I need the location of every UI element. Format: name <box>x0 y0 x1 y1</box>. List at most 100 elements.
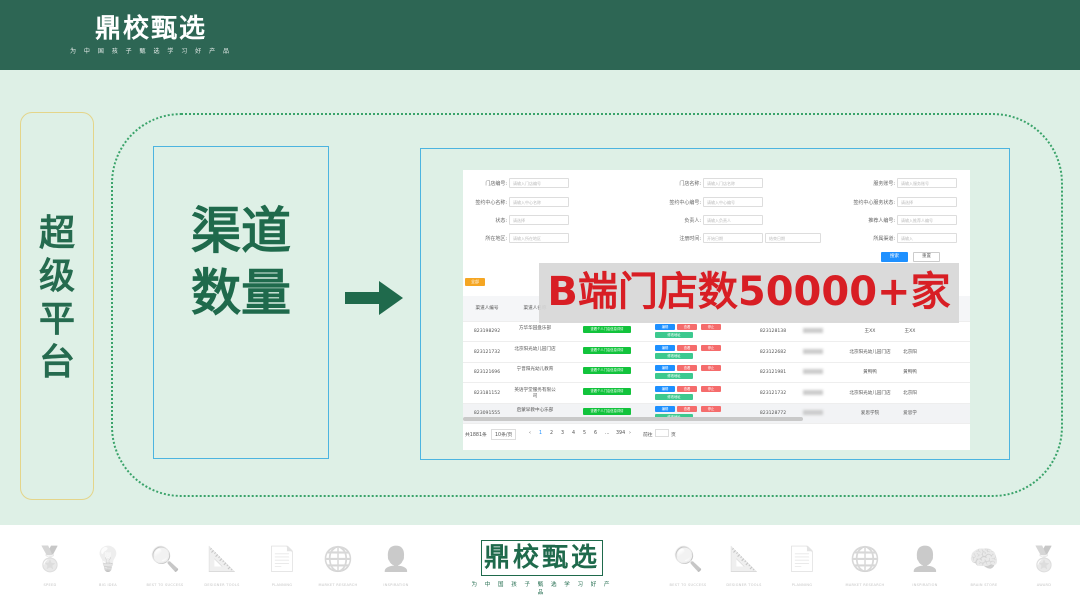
cell-person: 北京阳光幼儿园门店 <box>849 390 891 396</box>
cell-person2: 爱思学 <box>903 411 917 416</box>
form-label: 注册时间: <box>679 236 701 242</box>
pager-page[interactable]: 394 <box>616 431 625 436</box>
detail-button[interactable]: 查看个人门店信息详情 <box>583 387 631 395</box>
table-row: 823198292 方华华园盘乐部 查看个人门店信息详情 编辑 查看 停止 修改地址 8231… <box>463 322 970 342</box>
cell-id: 823198292 <box>473 329 501 334</box>
form-input[interactable]: 请选择 <box>897 197 957 207</box>
form-label: 所在地区: <box>485 236 507 242</box>
lightbulb-icon: 💡 <box>93 545 123 573</box>
form-label: 负责人: <box>684 218 701 224</box>
stop-button[interactable]: 停止 <box>701 344 721 351</box>
pager-page[interactable]: 6 <box>594 431 597 436</box>
pager-page[interactable]: 4 <box>572 431 575 436</box>
ruler-icon: 📐 <box>729 545 759 573</box>
footer-caption: BRAIN STORE <box>970 583 998 587</box>
view-button[interactable]: 查看 <box>677 385 697 392</box>
brain-icon: 🧠 <box>969 545 999 573</box>
date-end-input[interactable]: 结束日期 <box>765 233 821 243</box>
view-button[interactable]: 查看 <box>677 324 697 330</box>
stop-button[interactable]: 停止 <box>701 324 721 330</box>
blurred-phone <box>803 369 823 374</box>
footer-caption: PLANNING <box>271 583 293 587</box>
pager-next[interactable]: › <box>629 431 631 436</box>
edit-button[interactable]: 编辑 <box>655 385 675 392</box>
footer-caption: AWARD <box>1036 583 1052 587</box>
detail-button[interactable]: 查看个人门店信息详情 <box>583 408 631 415</box>
form-input[interactable]: 请输入门店名称 <box>703 178 763 188</box>
search-label: 搜索 <box>890 254 899 259</box>
cell-name: 北京阳光幼儿园门店 <box>514 346 556 352</box>
cell-name: 宁晋阳光幼儿教育 <box>516 367 554 372</box>
form-input[interactable]: 请输入中心名称 <box>509 197 569 207</box>
magnifier-icon: 🔍 <box>150 545 180 573</box>
view-button[interactable]: 查看 <box>677 344 697 351</box>
form-input[interactable]: 请输入所在地区 <box>509 233 569 243</box>
pager-page[interactable]: 3 <box>561 431 564 436</box>
cell-id: 823121696 <box>473 370 501 375</box>
detail-button[interactable]: 查看个人门店信息详情 <box>583 367 631 374</box>
form-input[interactable]: 请输入负责人 <box>703 215 763 225</box>
pager-goto-input[interactable] <box>655 429 669 437</box>
detail-button[interactable]: 查看个人门店信息详情 <box>583 326 631 333</box>
left-label: 超级平台 <box>20 212 94 384</box>
ruler-icon: 📐 <box>207 545 237 573</box>
view-button[interactable]: 查看 <box>677 406 697 412</box>
pager-page[interactable]: 2 <box>550 431 553 436</box>
globe-icon: 🌐 <box>323 545 353 573</box>
left-label-char: 超 <box>38 213 75 254</box>
pager-page[interactable]: 5 <box>583 431 586 436</box>
more-button[interactable]: 修改地址 <box>655 332 693 338</box>
reset-button[interactable]: 重置 <box>913 252 940 262</box>
head-icon: 👤 <box>910 545 940 573</box>
form-input[interactable]: 请输入门店编号 <box>509 178 569 188</box>
medal-icon: 🏅 <box>35 545 65 573</box>
detail-button[interactable]: 查看个人门店信息详情 <box>583 346 631 354</box>
table-row: 823091555启蒙早教中心乐部查看个人门店信息详情编辑查看停止修改地址823… <box>463 404 970 424</box>
reset-label: 重置 <box>922 254 931 259</box>
pager-page[interactable]: 1 <box>539 431 542 436</box>
footer-brand-tagline: 为 中 国 孩 子 甄 选 学 习 好 产 品 <box>471 582 613 596</box>
head-icon: 👤 <box>381 545 411 573</box>
more-button[interactable]: 修改地址 <box>655 373 693 379</box>
pager-size[interactable]: 10条/页 <box>491 429 517 440</box>
view-button[interactable]: 查看 <box>677 365 697 371</box>
cell-person: 黄鸭鸭 <box>863 370 877 375</box>
stop-button[interactable]: 停止 <box>701 385 721 392</box>
edit-button[interactable]: 编辑 <box>655 365 675 371</box>
pager-total: 共1881条 <box>465 433 487 438</box>
footer-caption: BEST TO SUCCESS <box>146 583 184 587</box>
form-input[interactable]: 开始日期 <box>703 233 763 243</box>
form-input[interactable]: 请输入中心编号 <box>703 197 763 207</box>
form-input[interactable]: 请输入 <box>897 233 957 243</box>
tab-all[interactable]: 全部 <box>465 278 485 286</box>
stop-button[interactable]: 停止 <box>701 406 721 412</box>
cell-person: 爱思学院 <box>860 411 880 416</box>
left-label-char: 平 <box>38 299 75 340</box>
footer-caption: SPEED <box>43 583 57 587</box>
form-input[interactable]: 请输入服务账号 <box>897 178 957 188</box>
document-icon: 📄 <box>787 545 817 573</box>
edit-button[interactable]: 编辑 <box>655 344 675 351</box>
cell-name: 英语学堂服务有限公司 <box>514 387 556 399</box>
blurred-phone <box>803 348 823 354</box>
stop-button[interactable]: 停止 <box>701 365 721 371</box>
header-cell: 渠道人编号 <box>475 306 499 311</box>
h-scrollbar[interactable] <box>463 417 803 421</box>
footer-caption: MARKET RESEARCH <box>845 583 885 587</box>
form-input[interactable]: 请输入推荐人编号 <box>897 215 957 225</box>
search-button[interactable]: 搜索 <box>881 252 908 262</box>
pager-page[interactable]: ... <box>605 431 610 436</box>
form-input[interactable]: 请选择 <box>509 215 569 225</box>
left-label-char: 级 <box>38 256 75 297</box>
cell-code: 823121732 <box>759 390 787 396</box>
pager-prev[interactable]: ‹ <box>529 431 531 436</box>
brand-logo: 鼎校甄选 为 中 国 孩 子 甄 选 学 习 好 产 品 <box>70 14 232 55</box>
top-header: 鼎校甄选 为 中 国 孩 子 甄 选 学 习 好 产 品 <box>0 0 1080 70</box>
footer-caption: BIG IDEA <box>99 583 117 587</box>
cell-person: 王XX <box>864 329 876 334</box>
cell-person2: 王XX <box>904 329 916 334</box>
edit-button[interactable]: 编辑 <box>655 406 675 412</box>
more-button[interactable]: 修改地址 <box>655 352 693 359</box>
more-button[interactable]: 修改地址 <box>655 393 693 400</box>
edit-button[interactable]: 编辑 <box>655 324 675 330</box>
